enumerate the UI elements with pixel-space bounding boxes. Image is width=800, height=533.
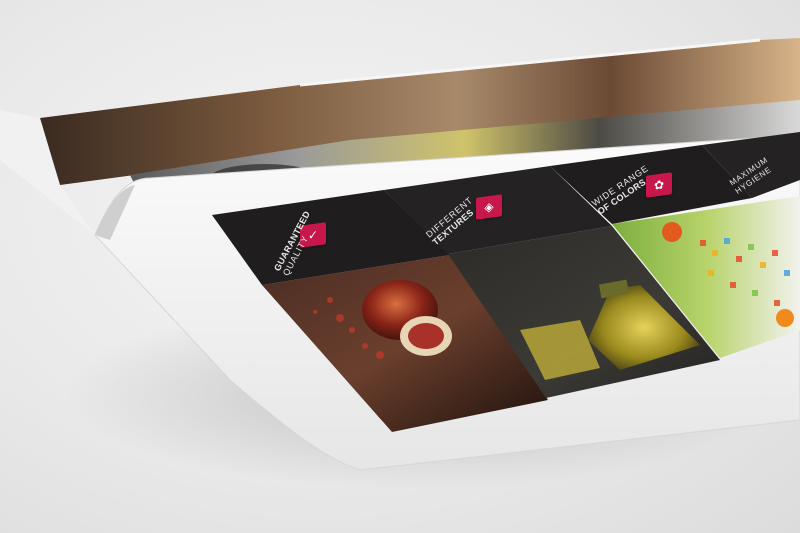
magazine-illustration (0, 38, 800, 471)
magazine-mockup-scene: ✓ GUARANTEED QUALITY ◈ DIFFERENT TEXTURE… (0, 0, 800, 533)
texture-icon: ◈ (476, 194, 502, 220)
